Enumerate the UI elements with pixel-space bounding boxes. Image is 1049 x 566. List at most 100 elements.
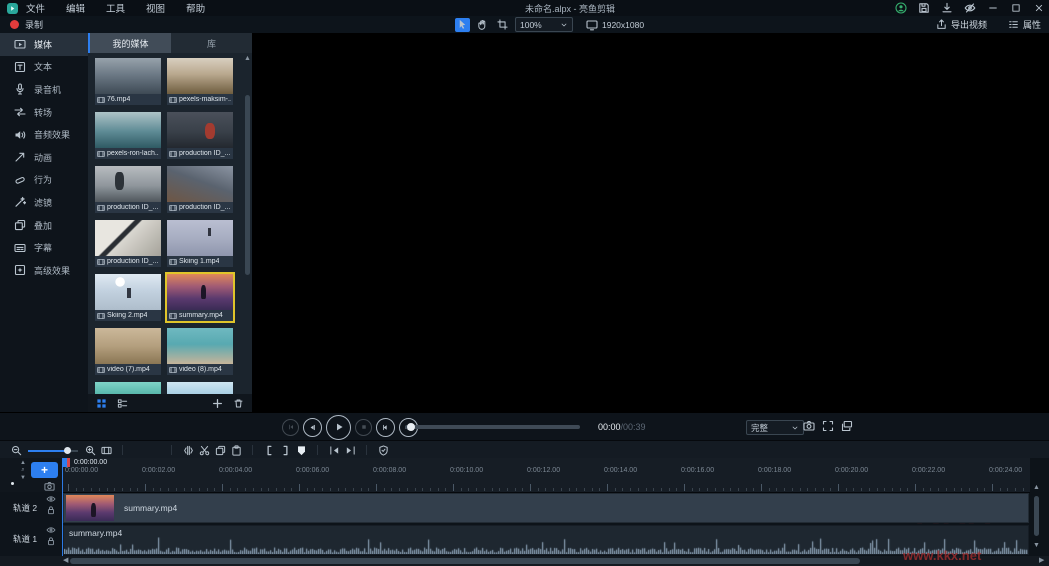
sidebar-item-6[interactable]: 行为 [0,169,88,192]
track-lock-icon[interactable] [46,536,56,545]
shield-marker-button[interactable] [375,443,391,457]
media-item-9[interactable]: summary.mp4 [167,274,233,321]
media-item-8[interactable]: Skiing 2.mp4 [95,274,161,321]
snapshot-icon[interactable] [803,420,815,432]
sidebar-item-9[interactable]: 字幕 [0,236,88,259]
menu-item-1[interactable]: 编辑 [66,4,85,15]
account-icon[interactable] [895,2,907,14]
track-header-1[interactable]: 轨道 1 [0,523,62,554]
add-track-button[interactable]: + [31,462,58,478]
minimize-icon[interactable] [987,2,999,14]
seek-bar[interactable] [405,425,580,429]
snapshot-track-icon[interactable] [44,481,55,491]
track-visibility-icon[interactable] [46,525,56,534]
ruler-label: 0:00:18.00 [758,467,791,474]
fit-timeline-button[interactable] [98,443,114,457]
preview-viewport[interactable] [252,33,1049,412]
audio-clip[interactable]: summary.mp4 [63,525,1029,555]
grid-view-icon[interactable] [96,398,107,409]
timeline-vertical-scrollbar[interactable]: ▲ ▼ [1032,484,1041,556]
zoom-slider-knob[interactable] [64,447,71,454]
next-point-button[interactable] [342,443,358,457]
track-lock-icon[interactable] [46,505,56,514]
media-item-5[interactable]: production ID_... [167,166,233,213]
sidebar-item-2[interactable]: 录音机 [0,78,88,101]
media-item-7[interactable]: Skiing 1.mp4 [167,220,233,267]
menu-item-2[interactable]: 工具 [106,4,125,15]
play-button[interactable] [326,415,351,440]
toolbar-separator [171,445,172,455]
record-label: 录制 [25,18,43,31]
sidebar-item-7[interactable]: 滤镜 [0,191,88,214]
playhead-line[interactable] [62,458,63,556]
add-media-icon[interactable] [212,398,223,409]
sidebar-item-1[interactable]: 文本 [0,56,88,79]
sidebar-item-0[interactable]: 媒体 [0,33,88,56]
media-item-partial[interactable] [95,382,161,394]
mark-out-button[interactable] [277,443,293,457]
zoom-in-button[interactable] [82,443,98,457]
media-item-2[interactable]: pexels-ron-lach... [95,112,161,159]
list-view-icon[interactable] [117,398,128,409]
timeline-ruler[interactable]: 0:00:00.00 0:00:00.000:00:02.000:00:04.0… [62,458,1030,493]
record-button[interactable]: 录制 [10,18,43,31]
panels-icon[interactable] [841,420,853,432]
media-item-4[interactable]: production ID_... [95,166,161,213]
cursor-tool-button[interactable] [455,18,470,32]
media-item-0[interactable]: 76.mp4 [95,58,161,105]
sidebar-item-8[interactable]: 叠加 [0,214,88,237]
media-scrollbar-thumb[interactable] [245,95,250,275]
media-item-partial[interactable] [167,382,233,394]
timeline-mini-controls[interactable]: ▲⌕▼ [20,460,26,481]
maximize-icon[interactable] [1010,2,1022,14]
save-icon[interactable] [918,2,930,14]
timeline-horizontal-scrollbar[interactable]: ◀ ▶ [0,556,1049,566]
scroll-down-icon[interactable]: ▼ [1033,542,1040,549]
visibility-icon[interactable] [964,2,976,14]
playhead-handle[interactable] [62,458,71,467]
scroll-right-icon[interactable]: ▶ [1039,556,1044,564]
undo-button[interactable] [131,443,147,457]
track-visibility-icon[interactable] [46,494,56,503]
media-item-11[interactable]: video (8).mp4 [167,328,233,375]
close-icon[interactable] [1033,2,1045,14]
sidebar-item-4[interactable]: 音频效果 [0,123,88,146]
menu-item-0[interactable]: 文件 [26,4,45,15]
next-frame-button[interactable] [376,418,395,437]
media-item-6[interactable]: production ID_... [95,220,161,267]
sidebar-item-5[interactable]: 动画 [0,146,88,169]
preview-quality-select[interactable]: 完整 [746,420,804,435]
media-item-10[interactable]: video (7).mp4 [95,328,161,375]
timeline-hscroll-thumb[interactable] [70,558,860,564]
sidebar-item-3[interactable]: 转场 [0,101,88,124]
crop-tool-button[interactable] [495,18,510,32]
marker-button[interactable] [293,443,309,457]
hand-tool-button[interactable] [475,18,490,32]
track-header-2[interactable]: 轨道 2 [0,492,62,523]
prev-frame-button[interactable] [303,418,322,437]
seek-knob[interactable] [407,423,415,431]
export-video-button[interactable]: 导出视频 [936,18,987,31]
video-clip[interactable]: summary.mp4 [63,493,1029,523]
scroll-left-icon[interactable]: ◀ [63,556,68,564]
scroll-up-icon[interactable]: ▲ [244,55,251,62]
timeline-vscroll-thumb[interactable] [1034,496,1039,536]
zoom-level-select[interactable]: 100% [515,17,573,32]
download-icon[interactable] [941,2,953,14]
media-scrollbar[interactable]: ▲ ▼ [244,55,251,415]
fullscreen-icon[interactable] [822,420,834,432]
media-item-3[interactable]: production ID_... [167,112,233,159]
mark-in-button[interactable] [261,443,277,457]
media-tab-1[interactable]: 库 [171,33,252,53]
delete-media-icon[interactable] [233,398,244,409]
media-tab-0[interactable]: 我的媒体 [88,33,171,53]
scroll-up-icon[interactable]: ▲ [1033,484,1040,491]
menu-item-3[interactable]: 视图 [146,4,165,15]
prev-point-button[interactable] [326,443,342,457]
sidebar-item-10[interactable]: 高级效果 [0,259,88,282]
properties-button[interactable]: 属性 [1008,18,1041,31]
menu-item-4[interactable]: 帮助 [186,4,205,15]
timeline-zoom-slider[interactable] [28,443,78,457]
media-item-1[interactable]: pexels-maksim-... [167,58,233,105]
zoom-out-button[interactable] [8,443,24,457]
